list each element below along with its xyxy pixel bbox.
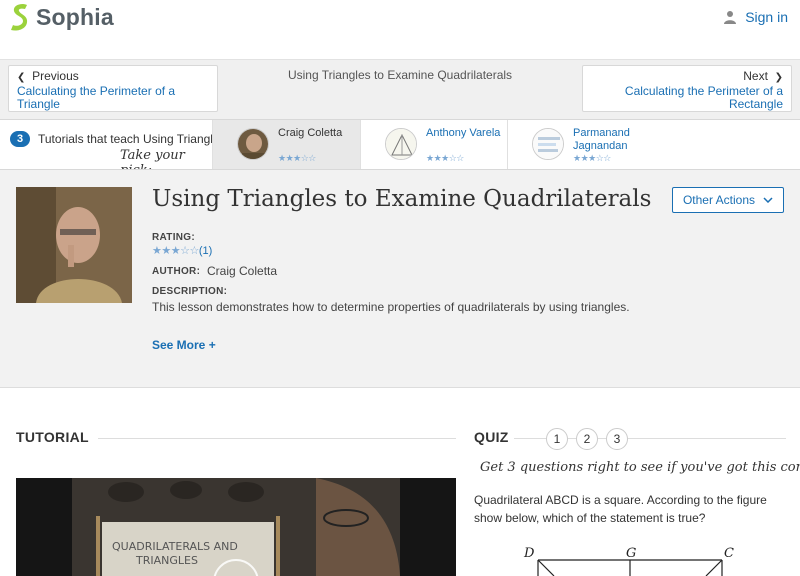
video-text-line-2: TRIANGLES (135, 554, 198, 567)
tutor-name: Anthony Varela (426, 127, 501, 139)
tutor-rating: ★★★☆☆ (573, 153, 611, 163)
description-label: DESCRIPTION: (152, 286, 228, 297)
quiz-question-text: Quadrilateral ABCD is a square. Accordin… (474, 493, 767, 525)
vertex-label-d: D (523, 546, 535, 561)
user-icon (724, 11, 737, 24)
quiz-question-3[interactable]: 3 (606, 428, 628, 450)
star-icons: ★★★☆☆ (152, 245, 199, 257)
tutorial-picker: 3 Tutorials that teach Using Triangles t… (0, 119, 800, 170)
author-label: AUTHOR: (152, 266, 201, 277)
chevron-down-icon (763, 197, 773, 203)
previous-label: Previous (32, 69, 79, 83)
sign-in-link[interactable]: Sign in (723, 9, 788, 25)
lesson-title: Using Triangles to Examine Quadrilateral… (152, 186, 652, 212)
chevron-left-icon: ❮ (17, 72, 26, 83)
take-your-pick: Take your pick: (120, 148, 185, 169)
next-title-line-2: Rectangle (728, 97, 783, 111)
avatar (532, 128, 564, 160)
previous-lesson-link[interactable]: ❮ Previous Calculating the Perimeter of … (8, 65, 218, 112)
tutor-name: Parmanand Jagnandan (573, 127, 630, 152)
vertex-label-c: C (724, 546, 734, 561)
square-figure: D G C (520, 544, 740, 576)
author-name: Craig Coletta (207, 264, 278, 278)
lesson-description: This lesson demonstrates how to determin… (152, 300, 630, 314)
see-more-link[interactable]: See More + (152, 338, 216, 352)
brand-name: Sophia (36, 3, 114, 30)
tutor-name: Craig Coletta (278, 127, 343, 139)
tutorials-text: Tutorials that teach Using Triangles to … (38, 132, 212, 146)
author-photo (16, 187, 132, 303)
rating-count: (1) (198, 245, 213, 257)
tutor-rating: ★★★☆☆ (426, 153, 464, 163)
quiz-tagline: Get 3 questions right to see if you've g… (480, 460, 800, 475)
quiz-question-2[interactable]: 2 (576, 428, 598, 450)
rating-value[interactable]: ★★★☆☆(1) (152, 244, 212, 257)
tutorial-video-player[interactable]: QUADRILATERALS AND TRIANGLES (16, 478, 456, 576)
lesson-navigation: ❮ Previous Calculating the Perimeter of … (0, 59, 800, 119)
quiz-question-1[interactable]: 1 (546, 428, 568, 450)
tutor-rating: ★★★☆☆ (278, 153, 316, 163)
other-actions-label: Other Actions (682, 193, 756, 207)
sign-in-label: Sign in (745, 9, 788, 25)
tutorial-divider (98, 438, 456, 439)
rating-label: RATING: (152, 232, 196, 243)
chevron-right-icon: ❯ (774, 72, 783, 83)
quiz-heading: QUIZ (474, 429, 509, 445)
sophia-logo[interactable]: Sophia (9, 3, 114, 31)
video-text-line-1: QUADRILATERALS AND (112, 540, 238, 553)
sophia-logo-icon (11, 4, 28, 31)
tutor-card-craig[interactable]: Craig Coletta ★★★☆☆ (212, 120, 360, 169)
avatar (237, 128, 269, 160)
site-header: Sophia Sign in (0, 0, 800, 38)
avatar (385, 128, 417, 160)
previous-title-line-2: Triangle (17, 97, 60, 111)
vertex-label-g: G (626, 546, 636, 561)
tutorial-heading: TUTORIAL (16, 429, 89, 445)
next-lesson-link[interactable]: Next ❯ Calculating the Perimeter of a Re… (582, 65, 792, 112)
tutorial-count-panel: 3 Tutorials that teach Using Triangles t… (0, 120, 212, 169)
concept-title: Using Triangles to Examine Quadrilateral… (287, 68, 513, 82)
tutor-card-anthony[interactable]: Anthony Varela ★★★☆☆ (360, 120, 507, 169)
lesson-info: Using Triangles to Examine Quadrilateral… (0, 170, 800, 388)
tutor-card-parmanand[interactable]: Parmanand Jagnandan ★★★☆☆ (507, 120, 800, 169)
other-actions-button[interactable]: Other Actions (672, 187, 784, 213)
next-label: Next (743, 69, 768, 83)
tutorial-count-badge: 3 (10, 131, 30, 147)
